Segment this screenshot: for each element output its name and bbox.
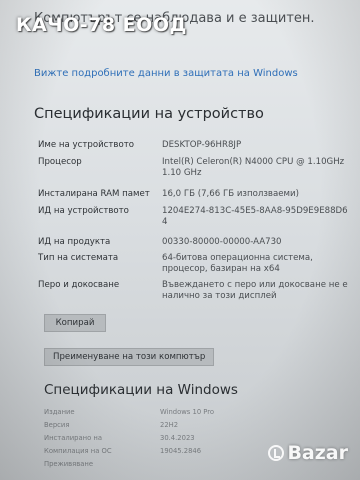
bazar-logo: Bazar (268, 442, 348, 464)
settings-about-page: Компютърът се наблюдава и е защитен. Виж… (0, 0, 360, 480)
windows-specs-title: Спецификации на Windows (44, 382, 238, 398)
win-value: 30.4.2023 (160, 434, 195, 442)
spec-value: 1204E274-813C-45E5-8AA8-95D9E9E88D64 (162, 206, 348, 227)
spec-label: Инсталирана RAM памет (38, 189, 150, 199)
win-label: Компилация на ОС (44, 447, 112, 455)
spec-label: Процесор (38, 157, 82, 167)
spec-label: Перо и докосване (38, 280, 120, 290)
rename-pc-button[interactable]: Преименуване на този компютър (44, 348, 215, 366)
bazar-logo-text: Bazar (287, 442, 348, 464)
win-label: Преживяване (44, 460, 94, 468)
win-label: Версия (44, 421, 70, 429)
spec-value: Въвеждането с перо или докосване не е на… (162, 280, 348, 301)
copy-button[interactable]: Копирай (44, 314, 106, 332)
bazar-check-icon (268, 445, 285, 461)
spec-label: Тип на системата (38, 253, 119, 263)
device-specs-title: Спецификации на устройство (34, 106, 264, 122)
spec-label: ИД на устройството (38, 206, 129, 216)
spec-label: Име на устройството (38, 140, 134, 150)
spec-value: DESKTOP-96HR8JP (162, 140, 242, 150)
spec-value: Intel(R) Celeron(R) N4000 CPU @ 1.10GHz … (162, 157, 345, 178)
spec-value: 64-битова операционна система, процесор,… (162, 253, 313, 274)
win-value: 22H2 (160, 421, 179, 429)
win-value: Windows 10 Pro (160, 408, 215, 416)
win-value: 19045.2846 (160, 447, 202, 455)
spec-value: 00330-80000-00000-AA730 (162, 237, 282, 247)
seller-watermark: КАЧО-78 ЕООД (16, 14, 187, 36)
spec-value: 16,0 ГБ (7,66 ГБ използваеми) (162, 189, 299, 199)
security-details-link[interactable]: Вижте подробните данни в защитата на Win… (34, 68, 298, 79)
spec-label: ИД на продукта (38, 237, 111, 247)
win-label: Инсталирано на (44, 434, 103, 442)
win-label: Издание (44, 408, 75, 416)
